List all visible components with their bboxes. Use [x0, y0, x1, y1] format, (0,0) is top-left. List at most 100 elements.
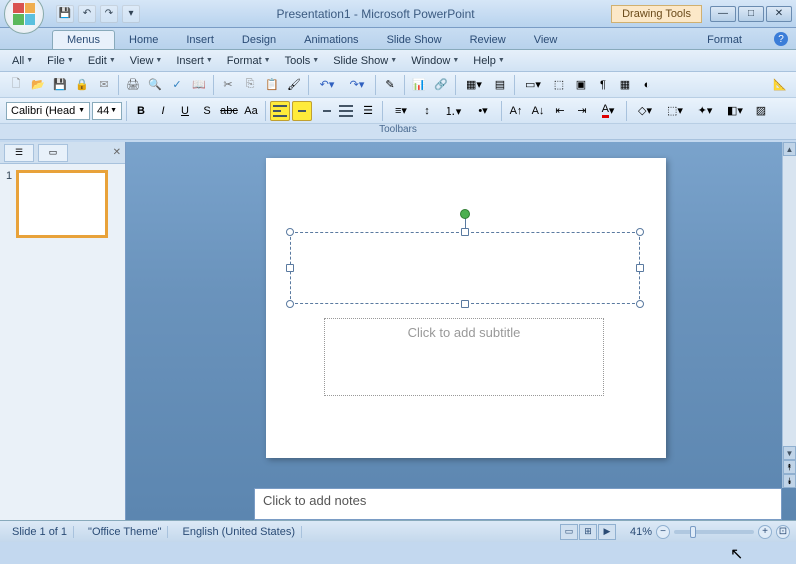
paste-icon[interactable]: 📋 — [262, 75, 282, 95]
slide-editor[interactable]: Click to add subtitle ▲ ▼ ⯭ ⯯ Click to a… — [126, 142, 796, 520]
resize-handle-br[interactable] — [636, 300, 644, 308]
menu-view[interactable]: View▼ — [124, 53, 169, 69]
resize-handle-tr[interactable] — [636, 228, 644, 236]
redo-icon[interactable]: ↷▾ — [343, 75, 371, 95]
outline-tab-outline[interactable]: ☰ — [4, 144, 34, 162]
zoom-in-icon[interactable]: + — [758, 525, 772, 539]
minimize-button[interactable]: — — [710, 6, 736, 22]
quick-styles-icon[interactable]: ✦▾ — [691, 101, 719, 121]
ribbon-tab-home[interactable]: Home — [115, 31, 172, 49]
zoom-level[interactable]: 41% — [630, 526, 652, 538]
copy-icon[interactable]: ⎘ — [240, 75, 260, 95]
new-slide-icon[interactable]: ▭▾ — [519, 75, 547, 95]
strikethrough-icon[interactable]: abc — [219, 101, 239, 121]
print-icon[interactable]: 🖨 — [123, 75, 143, 95]
font-name-combo[interactable]: Calibri (Head▼ — [6, 102, 90, 120]
scroll-down-icon[interactable]: ▼ — [783, 446, 796, 460]
menu-tools[interactable]: Tools▼ — [279, 53, 326, 69]
resize-handle-tl[interactable] — [286, 228, 294, 236]
bold-icon[interactable]: B — [131, 101, 151, 121]
ribbon-tab-format[interactable]: Format — [693, 31, 756, 49]
expand-icon[interactable]: ⬚ — [549, 75, 569, 95]
menu-edit[interactable]: Edit▼ — [82, 53, 122, 69]
ink-icon[interactable]: ✎ — [380, 75, 400, 95]
title-placeholder[interactable] — [290, 232, 640, 304]
background-icon[interactable]: ▨ — [751, 101, 771, 121]
qat-customize-icon[interactable]: ▾ — [122, 5, 140, 23]
color-grayscale-icon[interactable]: ◐ — [637, 75, 657, 95]
resize-handle-bc[interactable] — [461, 300, 469, 308]
notes-pane[interactable]: Click to add notes — [254, 488, 782, 520]
status-language[interactable]: English (United States) — [176, 526, 302, 538]
zoom-slider[interactable] — [674, 530, 754, 534]
shadow-icon[interactable]: S — [197, 101, 217, 121]
save-icon[interactable]: 💾 — [50, 75, 70, 95]
fit-window-icon[interactable]: ⊡ — [776, 525, 790, 539]
ribbon-tab-view[interactable]: View — [520, 31, 572, 49]
numbering-icon[interactable]: ⒈▾ — [439, 101, 467, 121]
align-center-icon[interactable] — [292, 101, 312, 121]
vertical-scrollbar[interactable]: ▲ ▼ ⯭ ⯯ — [782, 142, 796, 488]
resize-handle-mr[interactable] — [636, 264, 644, 272]
qat-redo-icon[interactable]: ↷ — [100, 5, 118, 23]
normal-view-icon[interactable]: ▭ — [560, 524, 578, 540]
slide-thumbnail[interactable]: 1 — [6, 170, 119, 238]
undo-icon[interactable]: ↶▾ — [313, 75, 341, 95]
cut-icon[interactable]: ✂ — [218, 75, 238, 95]
print-preview-icon[interactable]: 🔍 — [145, 75, 165, 95]
menu-all[interactable]: All▼ — [6, 53, 39, 69]
collapse-icon[interactable]: ▣ — [571, 75, 591, 95]
menu-file[interactable]: File▼ — [41, 53, 80, 69]
close-button[interactable]: ✕ — [766, 6, 792, 22]
scroll-up-icon[interactable]: ▲ — [783, 142, 796, 156]
slide-canvas[interactable]: Click to add subtitle — [266, 158, 666, 458]
rotate-handle[interactable] — [460, 209, 470, 219]
text-direction-icon[interactable]: ↕ — [417, 101, 437, 121]
prev-slide-icon[interactable]: ⯭ — [783, 460, 796, 474]
show-formatting-icon[interactable]: ¶ — [593, 75, 613, 95]
menu-window[interactable]: Window▼ — [405, 53, 465, 69]
justify-icon[interactable] — [336, 101, 356, 121]
qat-undo-icon[interactable]: ↶ — [78, 5, 96, 23]
arrange-icon[interactable]: ⬚▾ — [661, 101, 689, 121]
ribbon-tab-design[interactable]: Design — [228, 31, 290, 49]
maximize-button[interactable]: □ — [738, 6, 764, 22]
font-size-combo[interactable]: 44▼ — [92, 102, 122, 120]
distributed-icon[interactable]: ☰ — [358, 101, 378, 121]
ribbon-tab-menus[interactable]: Menus — [52, 30, 115, 49]
line-spacing-icon[interactable]: ≡▾ — [387, 101, 415, 121]
decrease-indent-icon[interactable]: ⇤ — [550, 101, 570, 121]
align-left-icon[interactable] — [270, 101, 290, 121]
decrease-font-icon[interactable]: A↓ — [528, 101, 548, 121]
align-right-icon[interactable] — [314, 101, 334, 121]
table-icon[interactable]: ▦▾ — [460, 75, 488, 95]
increase-font-icon[interactable]: A↑ — [506, 101, 526, 121]
ribbon-tab-slideshow[interactable]: Slide Show — [373, 31, 456, 49]
tables-borders-icon[interactable]: ▤ — [490, 75, 510, 95]
chart-icon[interactable]: 📊 — [409, 75, 429, 95]
hyperlink-icon[interactable]: 🔗 — [431, 75, 451, 95]
format-painter-icon[interactable]: 🖌 — [284, 75, 304, 95]
menu-insert[interactable]: Insert▼ — [170, 53, 218, 69]
subtitle-placeholder[interactable]: Click to add subtitle — [324, 318, 604, 396]
resize-handle-tc[interactable] — [461, 228, 469, 236]
slideshow-view-icon[interactable]: ▶ — [598, 524, 616, 540]
font-color-icon[interactable]: A▾ — [594, 101, 622, 121]
shapes-icon[interactable]: ◇▾ — [631, 101, 659, 121]
pane-close-icon[interactable]: ✕ — [113, 147, 121, 158]
email-icon[interactable]: ✉ — [94, 75, 114, 95]
resize-handle-ml[interactable] — [286, 264, 294, 272]
resize-handle-bl[interactable] — [286, 300, 294, 308]
show-hide-grid-icon[interactable]: ▦ — [615, 75, 635, 95]
ribbon-tab-review[interactable]: Review — [456, 31, 520, 49]
italic-icon[interactable]: I — [153, 101, 173, 121]
permission-icon[interactable]: 🔒 — [72, 75, 92, 95]
change-case-icon[interactable]: Aa — [241, 101, 261, 121]
qat-save-icon[interactable]: 💾 — [56, 5, 74, 23]
menu-slideshow[interactable]: Slide Show▼ — [327, 53, 403, 69]
underline-icon[interactable]: U — [175, 101, 195, 121]
menu-help[interactable]: Help▼ — [467, 53, 511, 69]
new-icon[interactable]: 🗋 — [6, 75, 26, 95]
sorter-view-icon[interactable]: ⊞ — [579, 524, 597, 540]
bullets-icon[interactable]: •▾ — [469, 101, 497, 121]
